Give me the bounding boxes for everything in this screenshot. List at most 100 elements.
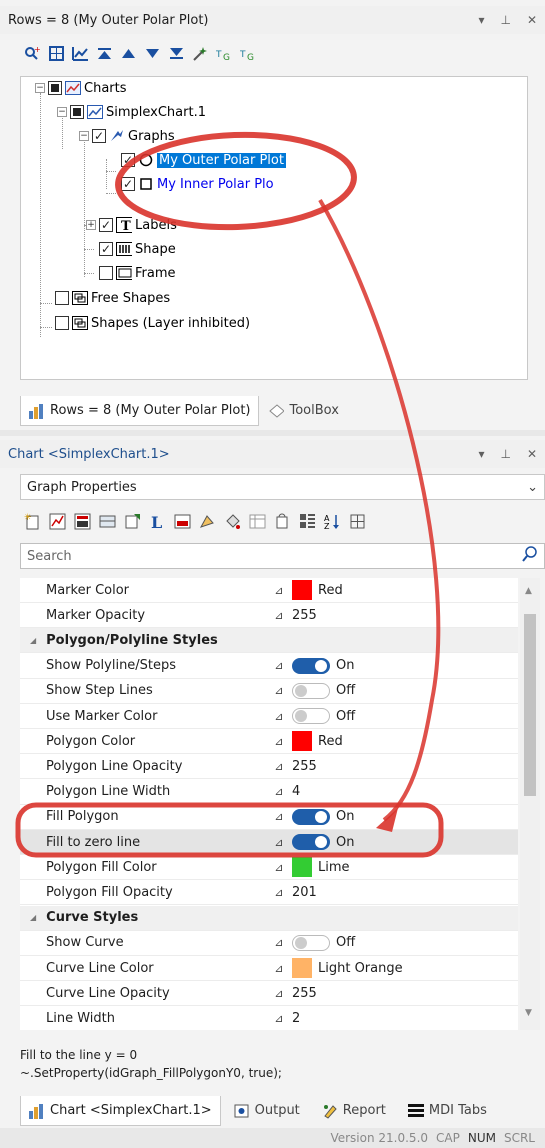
- search-icon[interactable]: [522, 546, 538, 566]
- scroll-up-icon[interactable]: ▲: [525, 586, 532, 596]
- collapse-icon[interactable]: −: [57, 107, 67, 117]
- panel-splitter[interactable]: [0, 430, 545, 436]
- search-input[interactable]: Search: [27, 549, 522, 564]
- property-scrollbar[interactable]: ▲ ▼: [520, 578, 540, 1030]
- property-row[interactable]: Use Marker Color ⊿ Off: [20, 704, 518, 729]
- object-selector[interactable]: Graph Properties ⌄: [20, 474, 545, 500]
- properties-icon[interactable]: [124, 513, 141, 530]
- property-row[interactable]: Show Step Lines ⊿ Off: [20, 679, 518, 704]
- chevron-down-icon[interactable]: ⌄: [527, 480, 538, 495]
- legend-icon[interactable]: L: [149, 513, 166, 530]
- checkbox-simplexchart[interactable]: [70, 105, 84, 119]
- edit-icon[interactable]: ⊿: [268, 810, 290, 823]
- fill-icon[interactable]: [174, 513, 191, 530]
- tab-chart[interactable]: Chart <SimplexChart.1>: [20, 1096, 221, 1126]
- bucket-icon[interactable]: [224, 513, 241, 530]
- edit-icon[interactable]: ⊿: [268, 584, 290, 597]
- grid-props-icon[interactable]: [99, 513, 116, 530]
- property-value[interactable]: Off: [290, 708, 518, 724]
- pin-icon[interactable]: ⊥: [500, 13, 510, 27]
- edit-icon[interactable]: ⊿: [268, 785, 290, 798]
- category-row[interactable]: ◢ Polygon/Polyline Styles: [20, 628, 518, 654]
- checkbox-shapes-inhibited[interactable]: [55, 316, 69, 330]
- tree-node-simplexchart[interactable]: − SimplexChart.1: [57, 101, 206, 123]
- toggle-switch[interactable]: [292, 708, 330, 724]
- property-row[interactable]: Line Width ⊿ 2: [20, 1006, 518, 1030]
- edit-icon[interactable]: ⊿: [268, 886, 290, 899]
- color-swatch[interactable]: [292, 731, 312, 752]
- edit-icon[interactable]: ⊿: [268, 962, 290, 975]
- edit-icon[interactable]: ⊿: [268, 735, 290, 748]
- checkbox-graphs[interactable]: [92, 129, 106, 143]
- checkbox-free-shapes[interactable]: [55, 291, 69, 305]
- collapse-icon[interactable]: −: [79, 131, 89, 141]
- new-icon[interactable]: ✳: [24, 513, 41, 530]
- edit-icon[interactable]: ⊿: [268, 760, 290, 773]
- tree-node-frame[interactable]: Frame: [99, 262, 176, 284]
- property-value[interactable]: Off: [290, 682, 518, 699]
- property-value[interactable]: Off: [290, 934, 518, 951]
- tab-toolbox[interactable]: ToolBox: [259, 396, 348, 426]
- property-value[interactable]: On: [290, 808, 518, 825]
- tab-rows[interactable]: Rows = 8 (My Outer Polar Plot): [20, 396, 260, 426]
- property-row[interactable]: Fill to zero line ⊿ On: [20, 830, 518, 855]
- property-row[interactable]: Fill Polygon ⊿ On: [20, 805, 518, 830]
- move-top-icon[interactable]: [96, 45, 113, 62]
- move-bottom-icon[interactable]: [168, 45, 185, 62]
- property-value[interactable]: 4: [290, 784, 518, 799]
- tab-mdi[interactable]: MDI Tabs: [398, 1096, 496, 1126]
- tree-node-graphs[interactable]: − Graphs: [79, 125, 175, 147]
- edit-icon[interactable]: ⊿: [268, 936, 290, 949]
- move-up-icon[interactable]: [120, 45, 137, 62]
- pin-icon[interactable]: ⊥: [500, 447, 510, 461]
- edit-icon[interactable]: ⊿: [268, 861, 290, 874]
- property-row[interactable]: Show Curve ⊿ Off: [20, 931, 518, 956]
- collapse-icon[interactable]: −: [35, 83, 45, 93]
- property-row[interactable]: Curve Line Color ⊿ Light Orange: [20, 956, 518, 981]
- property-value[interactable]: Light Orange: [290, 958, 518, 978]
- tree-node-shapes-inhibited[interactable]: Shapes (Layer inhibited): [55, 312, 250, 334]
- toggle-switch[interactable]: [292, 934, 330, 951]
- scroll-down-icon[interactable]: ▼: [525, 1008, 532, 1018]
- search-plus-icon[interactable]: +: [24, 45, 41, 62]
- edit-icon[interactable]: ⊿: [268, 710, 290, 723]
- move-down-icon[interactable]: [144, 45, 161, 62]
- tree-node-charts[interactable]: − Charts: [35, 77, 127, 99]
- paint-icon[interactable]: [199, 513, 216, 530]
- chart-add-icon[interactable]: [72, 45, 89, 62]
- toggle-switch[interactable]: [292, 834, 330, 850]
- expand-icon[interactable]: +: [86, 220, 96, 230]
- dropdown-icon[interactable]: ▾: [478, 447, 484, 461]
- color-swatch[interactable]: [292, 958, 312, 978]
- property-search[interactable]: Search: [20, 543, 545, 569]
- chart-props-icon[interactable]: [74, 513, 91, 530]
- color-swatch[interactable]: [292, 580, 312, 600]
- property-row[interactable]: Marker Opacity ⊿ 255: [20, 603, 518, 629]
- toggle-switch[interactable]: [292, 682, 330, 699]
- scroll-thumb[interactable]: [524, 614, 536, 796]
- table-icon[interactable]: [249, 513, 266, 530]
- property-row[interactable]: Polygon Line Width ⊿ 4: [20, 780, 518, 805]
- property-value[interactable]: Red: [290, 731, 518, 752]
- property-pages-icon[interactable]: [274, 513, 291, 530]
- checkbox-shape[interactable]: [99, 242, 113, 256]
- grid-icon[interactable]: [48, 45, 65, 62]
- edit-icon[interactable]: ⊿: [268, 987, 290, 1000]
- checkbox-outer-plot[interactable]: [121, 153, 135, 167]
- tree-node-labels[interactable]: + T Labels: [86, 214, 177, 236]
- edit-icon[interactable]: ⊿: [268, 659, 290, 672]
- property-row[interactable]: Polygon Fill Opacity ⊿ 201: [20, 880, 518, 906]
- property-value[interactable]: 2: [290, 1011, 518, 1026]
- category-collapse-icon[interactable]: ◢: [30, 913, 36, 922]
- property-row[interactable]: Curve Line Opacity ⊿ 255: [20, 981, 518, 1007]
- property-row[interactable]: Marker Color ⊿ Red: [20, 578, 518, 603]
- property-value[interactable]: Red: [290, 580, 518, 600]
- tab-report[interactable]: Report: [312, 1096, 395, 1126]
- collapse-all-icon[interactable]: [349, 513, 366, 530]
- copy-style-icon[interactable]: TG: [216, 45, 233, 62]
- property-value[interactable]: On: [290, 657, 518, 674]
- property-value[interactable]: 255: [290, 986, 518, 1001]
- sort-az-icon[interactable]: AZ: [324, 513, 341, 530]
- dropdown-icon[interactable]: ▾: [478, 13, 484, 27]
- categorized-icon[interactable]: [299, 513, 316, 530]
